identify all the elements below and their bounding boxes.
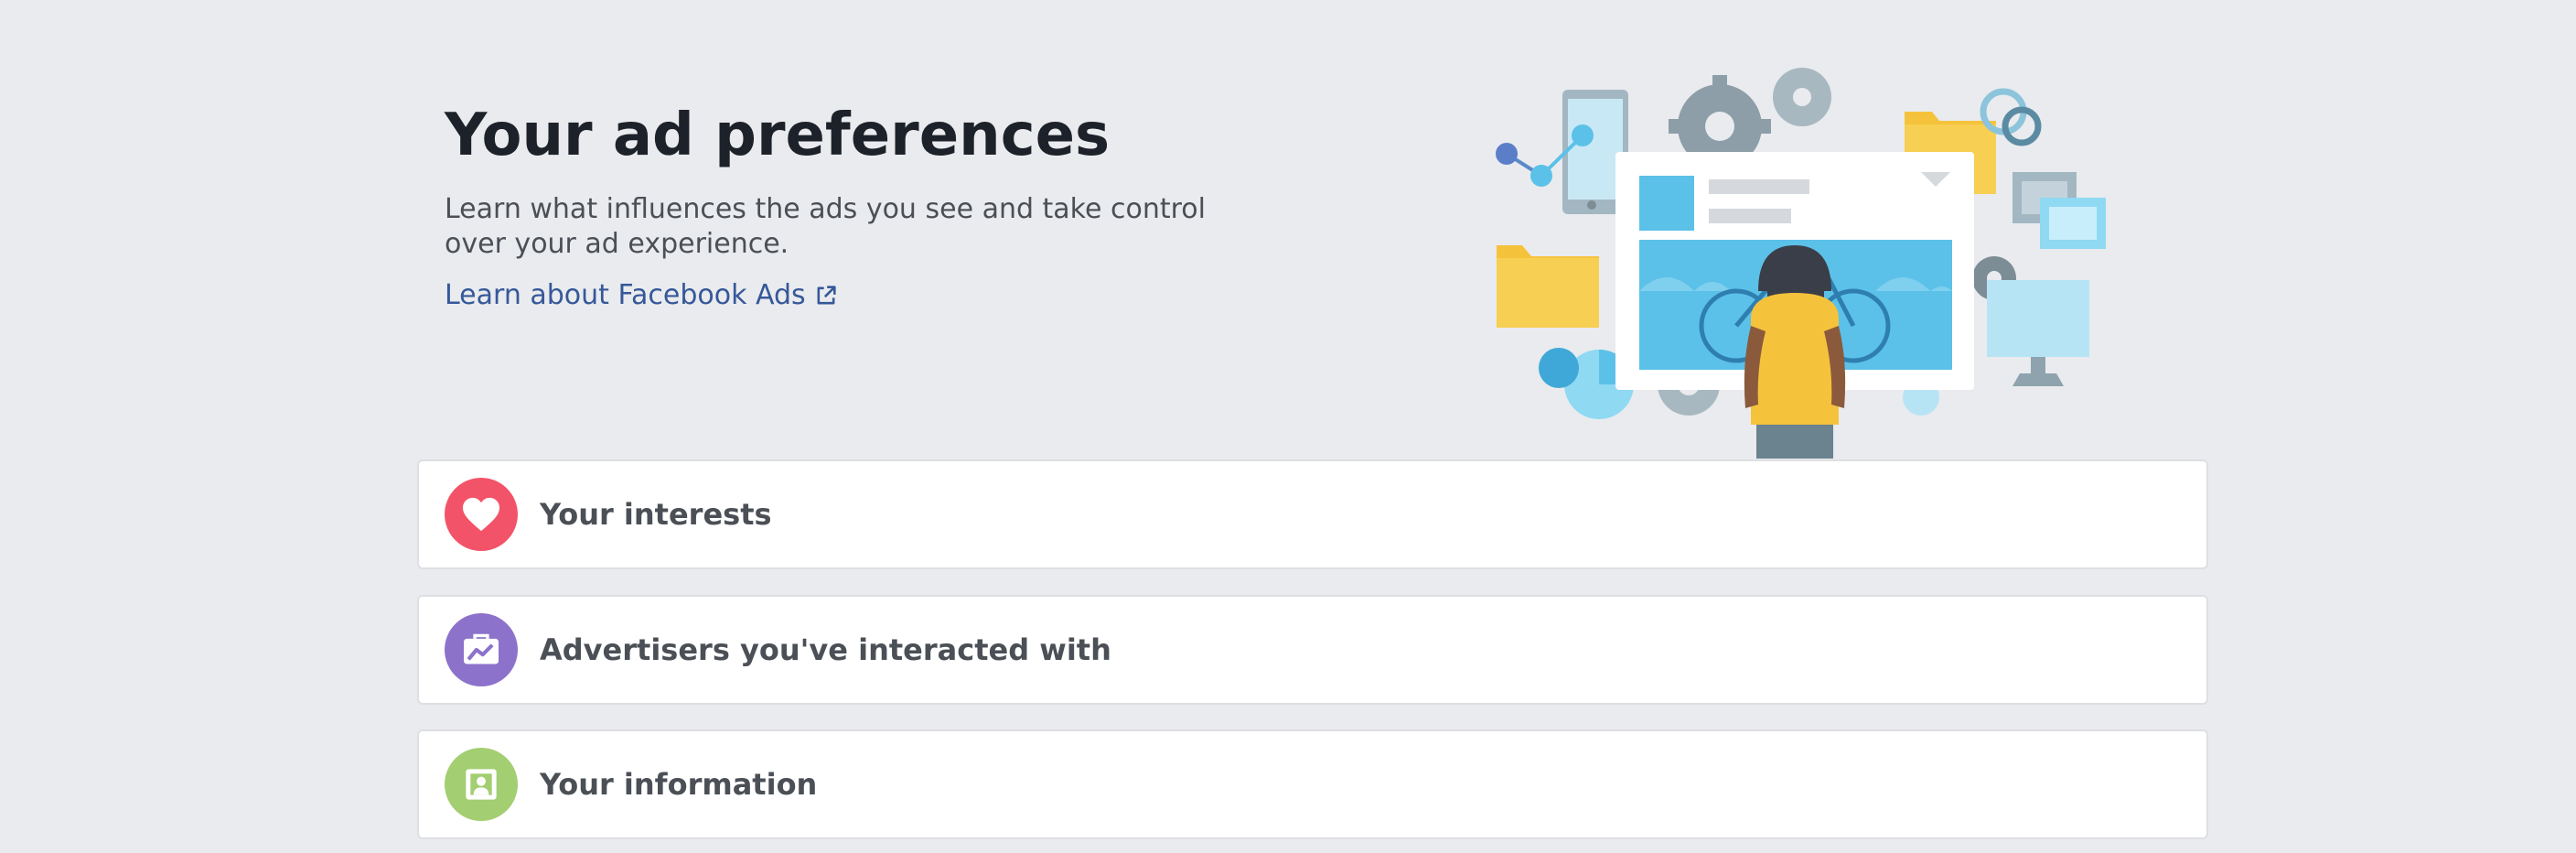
ad-preferences-illustration <box>1496 68 2106 459</box>
learn-about-facebook-ads-link[interactable]: Learn about Facebook Ads <box>445 278 839 313</box>
advertisers-label: Advertisers you've interacted with <box>540 632 1111 667</box>
external-link-icon <box>817 286 836 305</box>
your-information-badge <box>445 748 518 821</box>
your-information-label: Your information <box>540 767 818 802</box>
learn-link-label: Learn about Facebook Ads <box>445 279 806 311</box>
advertisers-interacted-section[interactable]: Advertisers you've interacted with <box>417 595 2208 705</box>
your-interests-section[interactable]: Your interests <box>417 459 2208 569</box>
heart-icon <box>463 497 499 532</box>
advertisers-badge <box>445 613 518 686</box>
your-information-section[interactable]: Your information <box>417 729 2208 839</box>
profile-card-icon <box>466 769 497 800</box>
page-subtitle: Learn what influences the ads you see an… <box>445 193 1206 260</box>
your-interests-badge <box>445 478 518 551</box>
your-interests-label: Your interests <box>540 497 772 532</box>
page-title: Your ad preferences <box>445 102 1111 169</box>
briefcase-icon <box>464 633 499 664</box>
page-header: Your ad preferences Learn what influence… <box>445 99 1268 313</box>
